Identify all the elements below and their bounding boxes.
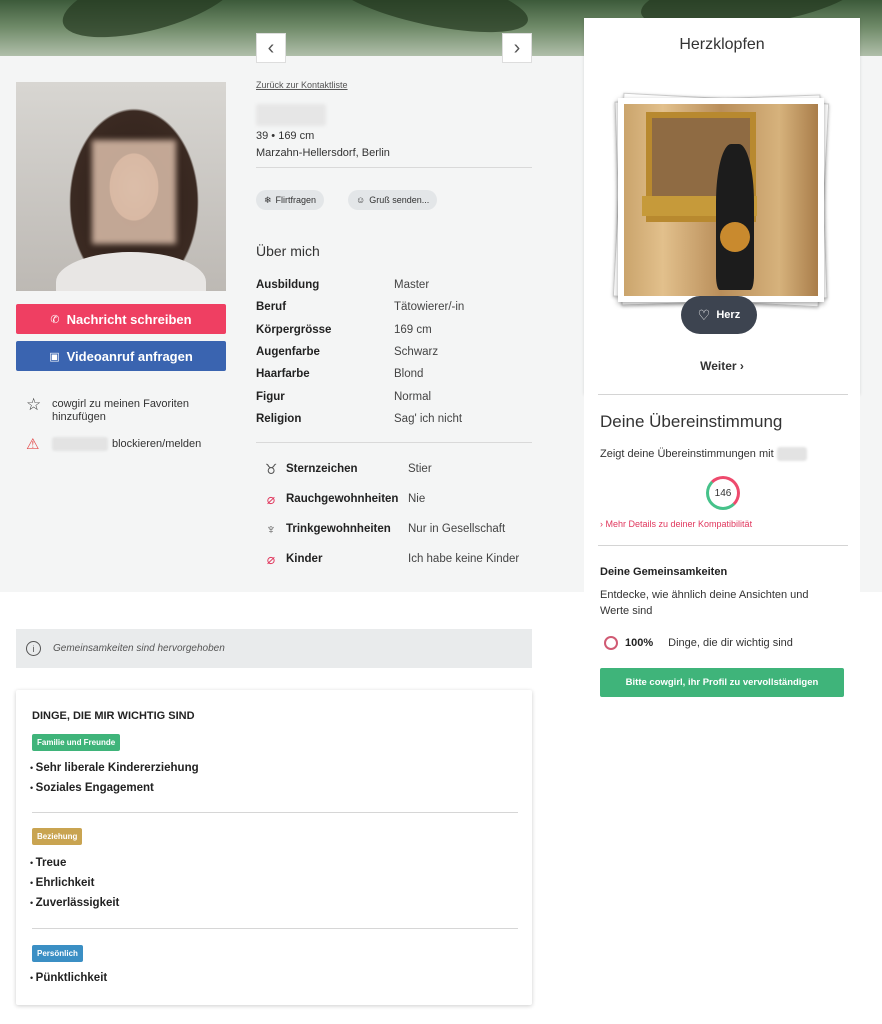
attribute-row: Figur Normal <box>256 390 432 403</box>
value-item: Ehrlichkeit <box>30 877 95 889</box>
lifestyle-list: ♉ Sternzeichen Stier ⌀ Rauchgewohnheiten N… <box>256 454 536 574</box>
attribute-row: Ausbildung Master <box>256 279 430 292</box>
divider <box>598 545 848 546</box>
location: Marzahn-Hellersdorf, Berlin <box>256 147 390 159</box>
blurred-username <box>52 437 108 451</box>
photo-stack[interactable] <box>612 92 830 308</box>
attribute-row: Religion Sag' ich nicht <box>256 412 463 425</box>
warning-icon: ⚠ <box>26 435 40 453</box>
herzklopfen-card: Herzklopfen ♡ Herz Weiter › <box>584 18 860 394</box>
attribute-row: Augenfarbe Schwarz <box>256 346 439 359</box>
value-item: Pünktlichkeit <box>30 972 108 984</box>
match-title: Deine Übereinstimmung <box>600 412 783 431</box>
value-item: Soziales Engagement <box>30 782 154 794</box>
video-icon: ▣ <box>49 350 60 363</box>
commonalities-title: Deine Gemeinsamkeiten <box>600 566 728 578</box>
blurred-profile-name <box>256 104 326 126</box>
tag-family: Familie und Freunde <box>32 734 121 751</box>
herzklopfen-title: Herzklopfen <box>679 36 765 53</box>
commonalities-info-bar: i Gemeinsamkeiten sind hervorgehoben <box>16 629 532 668</box>
divider <box>32 812 518 813</box>
complete-profile-button[interactable]: Bitte cowgirl, ihr Profil zu vervollstän… <box>600 668 844 697</box>
blurred-username <box>776 447 807 461</box>
attribute-row: Haarfarbe Blond <box>256 368 424 381</box>
chevron-left-icon: ‹ <box>267 36 275 59</box>
info-icon: i <box>26 641 41 656</box>
taurus-icon: ♉ <box>264 460 278 477</box>
age-height: 39 • 169 cm <box>256 130 315 142</box>
attribute-table: Ausbildung Master Beruf Tätowierer/-in Kör… <box>256 274 532 430</box>
attribute-row: Beruf Tätowierer/-in <box>256 301 465 314</box>
divider <box>256 167 532 168</box>
commonality-row[interactable]: 100% Dinge, die dir wichtig sind <box>604 636 793 650</box>
attribute-row: Körpergrösse 169 cm <box>256 323 432 336</box>
value-item: Sehr liberale Kindererziehung <box>30 762 199 774</box>
value-item: Zuverlässigkeit <box>30 897 120 909</box>
about-me-heading: Über mich <box>256 243 320 259</box>
more-details-link[interactable]: › Mehr Details zu deiner Kompatibilität <box>600 519 752 529</box>
profile-photo[interactable] <box>16 82 226 291</box>
match-description: Zeigt deine Übereinstimmungen mit <box>600 447 811 461</box>
snowflake-icon: ❄ <box>264 194 272 205</box>
back-to-contacts-link[interactable]: Zurück zur Kontaktliste <box>256 80 348 90</box>
star-icon: ☆ <box>26 395 42 414</box>
smiley-icon: ☺ <box>356 195 366 205</box>
divider <box>32 928 518 929</box>
next-profile-button[interactable]: › <box>502 33 532 63</box>
glass-icon: ♆ <box>265 521 277 537</box>
previous-profile-button[interactable]: ‹ <box>256 33 286 63</box>
value-item: Treue <box>30 857 67 869</box>
lifestyle-row: ♉ Sternzeichen Stier <box>256 454 536 484</box>
important-things-card: DINGE, DIE MIR WICHTIG SIND Familie und … <box>16 690 532 1005</box>
chat-bubble-icon: ✆ <box>50 313 60 326</box>
lifestyle-row: ⌀ Kinder Ich habe keine Kinder <box>256 544 536 574</box>
flirt-questions-chip[interactable]: ❄ Flirtfragen <box>256 190 325 210</box>
chevron-right-icon: › <box>513 36 521 59</box>
video-call-button[interactable]: ▣ Videoanruf anfragen <box>16 341 226 371</box>
match-photo <box>624 104 818 296</box>
match-section: Deine Übereinstimmung Zeigt deine Überei… <box>584 394 860 714</box>
tag-relationship: Beziehung <box>32 828 83 845</box>
block-report-link[interactable]: ⚠ blockieren/melden <box>26 435 201 453</box>
divider <box>598 394 848 395</box>
no-smoking-icon: ⌀ <box>266 490 276 507</box>
divider <box>256 442 532 443</box>
add-favorite-link[interactable]: ☆ cowgirl zu meinen Favoriten hinzufügen <box>26 395 202 424</box>
send-message-button[interactable]: ✆ Nachricht schreiben <box>16 304 226 334</box>
values-title: DINGE, DIE MIR WICHTIG SIND <box>32 710 195 722</box>
tag-personal: Persönlich <box>32 945 83 962</box>
no-children-icon: ⌀ <box>266 550 276 567</box>
next-button[interactable]: Weiter › <box>584 359 860 373</box>
lifestyle-row: ♆ Trinkgewohnheiten Nur in Gesellschaft <box>256 514 536 544</box>
commonalities-description: Entdecke, wie ähnlich deine Ansichten un… <box>600 589 809 617</box>
lifestyle-row: ⌀ Rauchgewohnheiten Nie <box>256 484 536 514</box>
send-greeting-chip[interactable]: ☺ Gruß senden... <box>348 190 438 210</box>
heart-icon: ♡ <box>697 306 711 323</box>
heart-button[interactable]: ♡ Herz <box>681 296 757 334</box>
match-score-circle[interactable]: 146 <box>706 476 740 510</box>
progress-ring-icon <box>604 636 618 650</box>
